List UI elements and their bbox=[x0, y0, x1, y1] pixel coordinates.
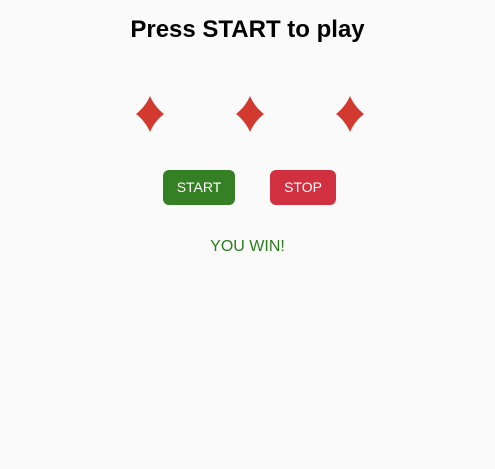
diamond-icon bbox=[236, 96, 264, 132]
result-message: YOU WIN! bbox=[210, 238, 285, 255]
diamond-icon bbox=[336, 96, 364, 132]
diamond-icon bbox=[136, 96, 164, 132]
stop-button[interactable]: STOP bbox=[270, 170, 336, 205]
reels-row bbox=[0, 95, 495, 135]
page-title: Press START to play bbox=[130, 16, 365, 43]
slot-game: Press START to play START STOP YOU WIN! bbox=[0, 0, 495, 469]
reel-2 bbox=[235, 95, 265, 133]
reel-1 bbox=[135, 95, 165, 133]
start-button[interactable]: START bbox=[163, 170, 235, 205]
reel-3 bbox=[335, 95, 365, 133]
